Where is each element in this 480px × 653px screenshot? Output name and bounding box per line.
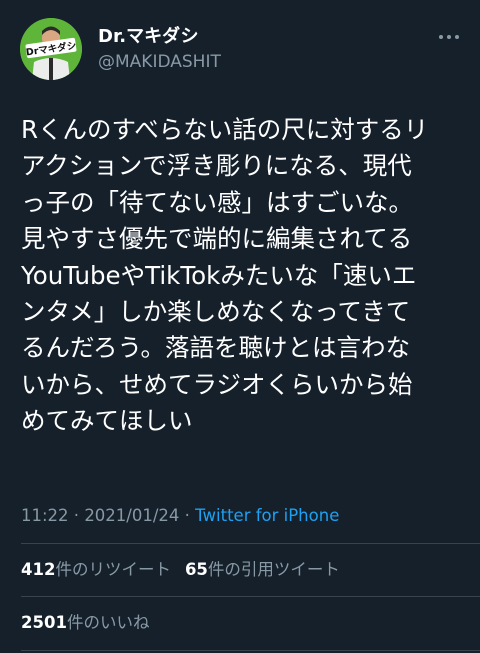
likes-stats: 2501件のいいね [21, 611, 149, 635]
tweet-source-link[interactable]: Twitter for iPhone [195, 506, 339, 525]
meta-separator: · [68, 506, 85, 525]
tweet-detail: Drマキダシ Dr.マキダシ @MAKIDASHIT Rくんのすべらない話の尺に… [0, 0, 480, 653]
meta-separator: · [179, 506, 196, 525]
divider [21, 596, 480, 597]
tweet-text: Rくんのすべらない話の尺に対するリ アクションで浮き彫りになる、現代 っ子の「待… [21, 115, 429, 436]
divider [21, 650, 480, 651]
dot [439, 35, 443, 39]
likes-count: 2501 [21, 613, 67, 632]
more-options-icon[interactable] [434, 30, 464, 44]
avatar-image: Drマキダシ [20, 18, 82, 80]
dot [455, 35, 459, 39]
likes-label: 件のいいね [66, 613, 150, 632]
avatar[interactable]: Drマキダシ [20, 18, 82, 80]
retweets-label: 件のリツイート [55, 560, 171, 579]
user-handle[interactable]: @MAKIDASHIT [98, 51, 221, 73]
retweets-stat[interactable]: 412件のリツイート [21, 560, 171, 579]
quotes-stat[interactable]: 65件の引用ツイート [185, 560, 340, 579]
dot [447, 35, 451, 39]
quotes-label: 件の引用ツイート [207, 560, 340, 579]
retweets-count: 412 [21, 560, 56, 579]
tweet-time[interactable]: 11:22 [21, 506, 69, 525]
quotes-count: 65 [184, 560, 208, 579]
engagement-stats: 412件のリツイート 65件の引用ツイート [21, 558, 340, 582]
divider [21, 543, 480, 544]
likes-stat[interactable]: 2501件のいいね [21, 613, 149, 632]
tweet-date[interactable]: 2021/01/24 [84, 506, 179, 525]
tweet-meta: 11:22 · 2021/01/24 · Twitter for iPhone [21, 504, 339, 528]
display-name[interactable]: Dr.マキダシ [98, 26, 198, 48]
